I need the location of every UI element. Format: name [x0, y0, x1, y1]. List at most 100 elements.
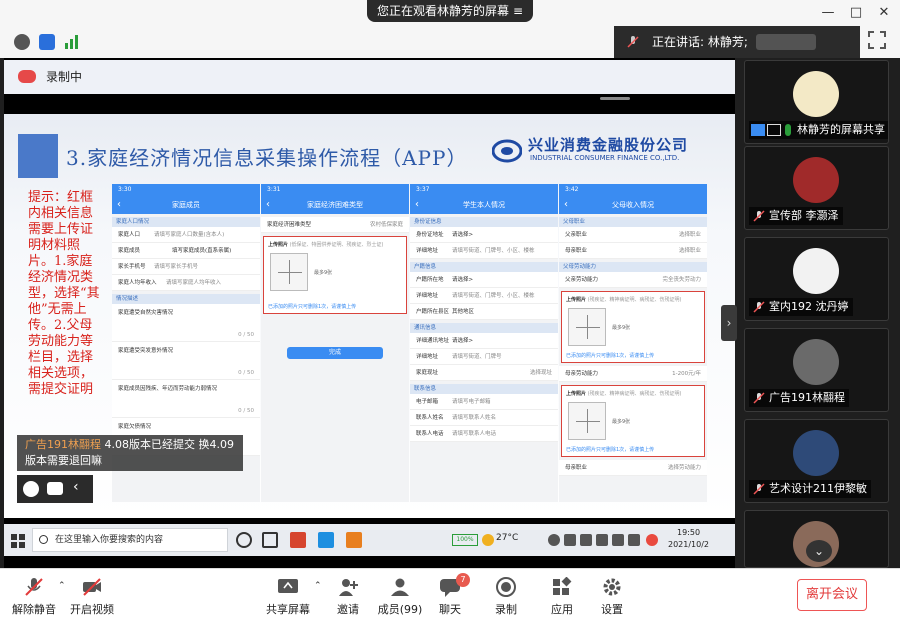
viewing-text: 您正在观看林静芳的屏幕: [377, 4, 510, 18]
hint-text: 提示：红框内相关信息需要上传证明材料照片。1.家庭经济情况类型，选择“其他”无需…: [28, 190, 100, 397]
phone-title: 家庭经济困难类型: [307, 201, 363, 209]
participant-name: 室内192 沈丹婷: [749, 298, 853, 316]
unmute-button[interactable]: 解除静音: [2, 575, 66, 619]
avatar: [793, 157, 839, 203]
emoji-icon[interactable]: [23, 481, 39, 497]
record-icon: [496, 577, 516, 597]
section-header: 联系信息: [410, 384, 558, 394]
weather-icon: [482, 534, 494, 546]
chevron-left-icon[interactable]: ‹: [73, 479, 79, 495]
participant-name: 艺术设计211伊黎敏: [749, 480, 871, 498]
add-photo-icon: [270, 253, 308, 291]
chat-button[interactable]: 7 聊天: [418, 573, 482, 619]
meeting-toolbar: 解除静音 ⌃ 开启视频 共享屏幕 ⌃ 邀请 成员(99) 7 聊天 录制 应用 …: [0, 568, 900, 622]
settings-button[interactable]: 设置: [580, 575, 644, 619]
maximize-icon[interactable]: □: [846, 4, 866, 22]
participant-name: 广告191林翮程: [749, 389, 849, 407]
input-method-icon[interactable]: [628, 534, 640, 546]
chat-badge: 7: [456, 573, 470, 587]
apps-icon: [553, 577, 572, 595]
participant-tile[interactable]: 艺术设计211伊黎敏: [744, 419, 889, 503]
phone-title: 父母收入情况: [612, 201, 654, 209]
camera-off-icon: [83, 578, 101, 596]
members-icon: [391, 578, 409, 596]
phone-nav: ‹ 家庭经济困难类型: [261, 196, 409, 214]
chat-bubble-icon[interactable]: [47, 482, 63, 495]
menu-icon[interactable]: ≡: [513, 0, 523, 22]
back-icon: ‹: [564, 199, 568, 210]
phone-status: 3:31: [261, 184, 409, 196]
windows-taskbar: 在这里输入你要搜索的内容 100% 27°C 19:50 2021/10/2: [4, 524, 735, 556]
participant-tile[interactable]: 宣传部 李灏泽: [744, 146, 889, 230]
participant-name: 宣传部 李灏泽: [749, 207, 843, 225]
form-row: 联系人电话 请填写联系人电话: [410, 426, 558, 442]
collapse-panel-button[interactable]: ›: [721, 305, 737, 341]
weather-text[interactable]: 27°C: [496, 533, 518, 543]
signal-icon[interactable]: [64, 34, 80, 50]
form-row: 详细地址 请填写街道、门牌号、小区、楼栋: [410, 288, 558, 304]
app-icon-3[interactable]: [346, 532, 362, 548]
top-banner: 您正在观看林静芳的屏幕 ≡ — □ ✕: [0, 0, 900, 26]
mic-icon[interactable]: [580, 534, 592, 546]
section-header: 家庭人口情况: [112, 217, 260, 227]
record-button[interactable]: 录制: [474, 575, 538, 619]
recording-label: 录制中: [46, 70, 83, 84]
volume-icon[interactable]: [612, 534, 624, 546]
section-header: 户籍信息: [410, 262, 558, 272]
phone-status: 3:42: [559, 184, 707, 196]
participant-name: 林静芳的屏幕共享: [749, 121, 888, 139]
taskbar-search-input[interactable]: 在这里输入你要搜索的内容: [32, 528, 228, 552]
share-screen-button[interactable]: 共享屏幕: [256, 575, 320, 619]
chat-toast[interactable]: 广告191林翮程 4.08版本已经提交 换4.09 版本需要退回嘛: [17, 435, 243, 471]
scroll-down-icon[interactable]: ⌄: [806, 540, 832, 562]
form-row: 母亲职业 选择劳动能力: [559, 460, 707, 476]
back-icon: ‹: [266, 199, 270, 210]
form-row: 家庭人口 请填写家庭人口数量(含本人): [112, 227, 260, 243]
form-row: 户籍所在县区 其他地区: [410, 304, 558, 320]
mic-muted-icon: [753, 301, 765, 313]
minimize-icon[interactable]: —: [818, 4, 838, 22]
screen-share-icon: [767, 124, 781, 136]
chat-sender: 广告191林翮程: [25, 438, 101, 451]
app-icon-2[interactable]: [318, 532, 334, 548]
start-video-button[interactable]: 开启视频: [60, 575, 124, 619]
tray-icon-1[interactable]: [548, 534, 560, 546]
form-row: 母亲职业 选择职业: [559, 243, 707, 259]
cortana-icon[interactable]: [236, 532, 252, 548]
app-icon-1[interactable]: [290, 532, 306, 548]
photo-upload-box: 上传照片 (低保证、特困供养证明、残疾证、烈士证) 最多9张 已添加的照片只可删…: [263, 236, 407, 314]
participant-tile[interactable]: 室内192 沈丹婷: [744, 237, 889, 321]
close-icon[interactable]: ✕: [874, 4, 894, 22]
textarea-row: 家庭遭受自然灾害情况 0 / 50: [112, 304, 260, 342]
info-icon[interactable]: [14, 34, 30, 50]
form-row: 家庭经济困难类型 农村低保家庭: [261, 217, 409, 233]
done-button: 完成: [287, 347, 383, 359]
avatar: [793, 339, 839, 385]
windows-start-icon[interactable]: [11, 533, 25, 548]
phone-title: 家庭成员: [172, 201, 200, 209]
slide-title: 3.家庭经济情况信息采集操作流程（APP）: [66, 146, 468, 170]
battery-indicator[interactable]: 100%: [452, 534, 478, 546]
leave-meeting-button[interactable]: 离开会议: [797, 579, 867, 611]
form-row: 家庭现址 选择现址: [410, 365, 558, 381]
add-user-icon: [339, 579, 358, 596]
network-icon[interactable]: [596, 534, 608, 546]
phone-screenshot-parent-income: 3:42 ‹ 父母收入情况 父母职业 父亲职业 选择职业 母亲职业 选择职业 父母劳动…: [559, 184, 707, 502]
participant-tile[interactable]: 广告191林翮程: [744, 328, 889, 412]
clock[interactable]: 19:50 2021/10/2: [668, 527, 709, 551]
mic-muted-icon: [753, 483, 765, 495]
user-icon: [751, 124, 765, 136]
phone-nav: ‹ 学生本人情况: [410, 196, 558, 214]
shield-icon[interactable]: [39, 34, 55, 50]
form-row: 详细地址 请填写街道、门牌号、小区、楼栋: [410, 243, 558, 259]
form-row: 户籍所在地 请选择>: [410, 272, 558, 288]
chat-message: 4.08版本已经提交 换4.09: [104, 438, 234, 451]
fullscreen-icon[interactable]: [868, 31, 886, 49]
participant-tile[interactable]: 林静芳的屏幕共享: [744, 60, 889, 144]
tray-icon-3[interactable]: [646, 534, 658, 546]
viewing-share-pill[interactable]: 您正在观看林静芳的屏幕 ≡: [367, 0, 533, 22]
company-logo-icon: [492, 139, 522, 163]
tray-icon-2[interactable]: [564, 534, 576, 546]
add-photo-icon: [568, 402, 606, 440]
task-view-icon[interactable]: [262, 532, 278, 548]
